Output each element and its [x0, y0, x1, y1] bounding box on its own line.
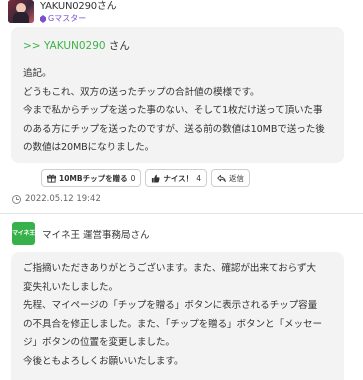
comment-actions: 10MBチップを贈る 0 ナイス！ 4 返信	[41, 169, 250, 187]
reply-line: 先程、マイページの「チップを贈る」ボタンに表示されるチップ容量	[23, 300, 318, 311]
reply-line: 変失礼いたしました。	[23, 281, 118, 293]
comment-author[interactable]: YAKUN0290さん Gマスター	[8, 0, 117, 26]
reply-button[interactable]: 返信	[210, 169, 250, 187]
reply-mention: >> YAKUN0290 さん	[23, 39, 332, 53]
author-name[interactable]: YAKUN0290さん	[40, 1, 117, 13]
reply-line: 今後ともよろしくお願いいたします。	[23, 355, 184, 367]
reply-bubble: ご指摘いただきありがとうございます。また、確認が出来ておらず大 変失礼いたしまし…	[11, 252, 344, 380]
nice-label: ナイス！	[163, 173, 194, 183]
tip-count: 0	[130, 173, 136, 183]
comment-line: 今まで私からチップを送った事のない、そして1枚だけ送って頂いた事	[23, 105, 323, 116]
timestamp-text: 2022.05.12 19:42	[25, 194, 101, 204]
reply-body: ご指摘いただきありがとうございます。また、確認が出来ておらず大 変失礼いたしまし…	[23, 260, 332, 371]
clock-icon	[12, 194, 21, 204]
tip-label: 10MBチップを贈る	[59, 173, 128, 183]
comment-timestamp: 2022.05.12 19:42	[12, 194, 101, 204]
reply-line: ジ」ボタンの位置を変更しました。	[23, 337, 175, 348]
tip-button[interactable]: 10MBチップを贈る 0	[41, 169, 142, 187]
reply-line: ご指摘いただきありがとうございます。また、確認が出来ておらず大	[23, 263, 316, 274]
comment-bubble: >> YAKUN0290 さん 追記。 どうもこれ、双方の送ったチップの合計値の…	[11, 27, 344, 163]
mention-link[interactable]: YAKUN0290	[44, 40, 106, 52]
rank-icon	[40, 15, 46, 23]
nice-button[interactable]: ナイス！ 4	[145, 169, 207, 187]
mention-suffix: さん	[105, 40, 130, 52]
comment-line: のある方にチップを送ったのですが、送る前の数値は10MBで送った後	[23, 123, 325, 135]
mineo-logo[interactable]: マイネ王	[12, 222, 35, 245]
rank-badge: Gマスター	[40, 14, 117, 24]
author-name[interactable]: マイネ王 運営事務局さん	[42, 227, 150, 241]
avatar[interactable]	[8, 0, 34, 23]
gift-icon	[47, 174, 56, 183]
thumbs-up-icon	[152, 174, 161, 183]
comment-line: どうもこれ、双方の送ったチップの合計値の模様です。	[23, 86, 260, 98]
comment-line: の数値は20MBになりました。	[23, 142, 155, 153]
comment-line: 追記。	[23, 68, 52, 79]
reply-line: の不具合を修正しました。また、「チップを贈る」ボタンと「メッセー	[23, 318, 322, 330]
reply-author[interactable]: マイネ王 マイネ王 運営事務局さん	[12, 222, 150, 245]
mention-prefix: >>	[23, 40, 44, 52]
reply-label: 返信	[228, 173, 244, 183]
rank-label: Gマスター	[48, 14, 87, 23]
reply-icon	[217, 174, 226, 182]
nice-count: 4	[196, 173, 201, 183]
comment-body: 追記。 どうもこれ、双方の送ったチップの合計値の模様です。 今まで私からチップを…	[23, 65, 332, 158]
divider	[0, 213, 363, 214]
